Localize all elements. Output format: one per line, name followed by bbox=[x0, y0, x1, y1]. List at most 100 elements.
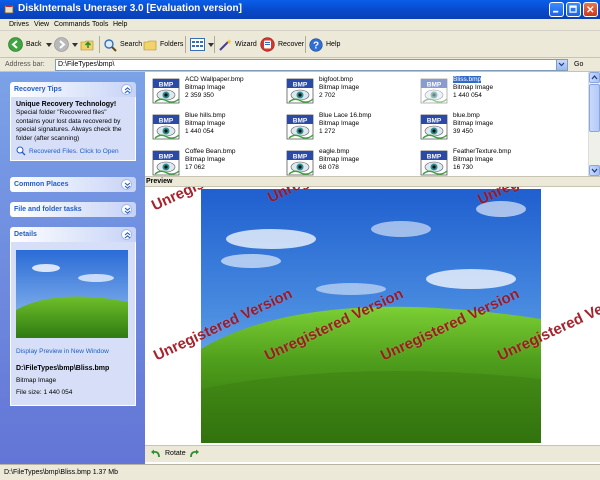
display-preview-link[interactable]: Display Preview in New Window bbox=[16, 348, 130, 355]
menu-drives[interactable]: Drives bbox=[9, 21, 29, 28]
chevron-down-icon bbox=[591, 168, 598, 173]
address-dropdown-button[interactable] bbox=[556, 60, 567, 70]
file-type: Bitmap Image bbox=[185, 120, 226, 127]
window-title: DiskInternals Uneraser 3.0 [Evaluation v… bbox=[18, 3, 242, 14]
bmp-file-icon: BMP bbox=[152, 78, 180, 104]
wizard-button[interactable]: Wizard bbox=[218, 36, 257, 53]
rotate-right-icon[interactable] bbox=[189, 449, 200, 459]
recovery-tips-title: Recovery Tips bbox=[14, 86, 62, 93]
file-item[interactable]: BMP ACD Wallpaper.bmp Bitmap Image 2 359 35… bbox=[147, 74, 287, 108]
file-tasks-header[interactable]: File and folder tasks bbox=[10, 202, 136, 217]
file-size: 2 359 350 bbox=[185, 92, 214, 99]
file-item[interactable]: BMP Bliss.bmp Bitmap Image 1 440 054 bbox=[415, 74, 555, 108]
back-button[interactable]: Back bbox=[8, 36, 52, 53]
recover-label: Recover bbox=[278, 41, 305, 48]
rotate-bar: Rotate bbox=[145, 445, 600, 462]
recover-icon bbox=[260, 37, 275, 52]
folders-button[interactable]: Folders bbox=[143, 36, 183, 53]
common-places-panel: Common Places bbox=[10, 177, 136, 192]
details-file-path: D:\FileTypes\bmp\Bliss.bmp bbox=[16, 365, 110, 372]
bmp-file-icon: BMP bbox=[286, 150, 314, 176]
file-item[interactable]: BMP blue.bmp Bitmap Image 39 450 bbox=[415, 110, 555, 144]
address-label: Address bar: bbox=[5, 61, 45, 68]
details-header[interactable]: Details bbox=[10, 227, 136, 242]
svg-text:BMP: BMP bbox=[159, 82, 174, 89]
chevron-down-icon bbox=[72, 42, 78, 47]
svg-text:BMP: BMP bbox=[293, 82, 308, 89]
file-name: Blue Lace 16.bmp bbox=[319, 112, 372, 119]
file-item[interactable]: BMP bigfoot.bmp Bitmap Image 2 702 bbox=[281, 74, 421, 108]
recovery-tips-panel: Recovery Tips Unique Recovery Technology… bbox=[10, 82, 136, 161]
expand-chevron-icon bbox=[124, 182, 131, 189]
file-name: Bliss.bmp bbox=[453, 76, 482, 83]
menu-help[interactable]: Help bbox=[113, 21, 127, 28]
collapse-button[interactable] bbox=[121, 229, 132, 240]
file-item[interactable]: BMP eagle.bmp Bitmap Image 68 078 bbox=[281, 146, 421, 180]
help-button[interactable]: ? Help bbox=[309, 36, 340, 53]
back-arrow-icon bbox=[8, 37, 23, 52]
menu-tools[interactable]: Tools bbox=[92, 21, 108, 28]
title-bar: DiskInternals Uneraser 3.0 [Evaluation v… bbox=[0, 0, 600, 19]
file-text: Bliss.bmp Bitmap Image 1 440 054 bbox=[453, 76, 493, 100]
file-type: Bitmap Image bbox=[453, 156, 494, 163]
up-folder-button[interactable] bbox=[80, 36, 95, 53]
file-item[interactable]: BMP Blue Lace 16.bmp Bitmap Image 1 272 bbox=[281, 110, 421, 144]
views-button[interactable] bbox=[190, 36, 214, 53]
address-input[interactable]: D:\FileTypes\bmp\ bbox=[55, 59, 568, 71]
bmp-file-icon: BMP bbox=[420, 150, 448, 176]
expand-button[interactable] bbox=[121, 179, 132, 190]
details-body: Display Preview in New Window D:\FileTyp… bbox=[10, 242, 136, 406]
recovery-tips-header[interactable]: Recovery Tips bbox=[10, 82, 136, 97]
recovered-files-link[interactable]: Recovered Files. Click to Open bbox=[16, 146, 130, 156]
file-name: FeatherTexture.bmp bbox=[453, 148, 512, 155]
help-icon: ? bbox=[309, 37, 323, 52]
file-item[interactable]: BMP FeatherTexture.bmp Bitmap Image 16 730 bbox=[415, 146, 555, 180]
svg-text:BMP: BMP bbox=[293, 154, 308, 161]
toolbar-separator bbox=[214, 36, 215, 53]
file-type: Bitmap Image bbox=[185, 156, 226, 163]
recover-button[interactable]: Recover bbox=[260, 36, 304, 53]
expand-chevron-icon bbox=[124, 207, 131, 214]
maximize-icon bbox=[569, 5, 577, 13]
file-list-scrollbar[interactable] bbox=[588, 72, 600, 176]
collapse-chevron-icon bbox=[124, 87, 131, 94]
magnifier-icon bbox=[16, 146, 26, 156]
close-button[interactable] bbox=[583, 2, 598, 17]
address-value: D:\FileTypes\bmp\ bbox=[58, 61, 115, 68]
minimize-button[interactable] bbox=[549, 2, 564, 17]
bmp-file-icon: BMP bbox=[420, 78, 448, 104]
file-text: bigfoot.bmp Bitmap Image 2 702 bbox=[319, 76, 359, 100]
chevron-up-icon bbox=[591, 75, 598, 80]
bmp-file-icon: BMP bbox=[286, 78, 314, 104]
rotate-left-icon[interactable] bbox=[150, 449, 161, 459]
file-type: Bitmap Image bbox=[453, 120, 494, 127]
common-places-header[interactable]: Common Places bbox=[10, 177, 136, 192]
collapse-button[interactable] bbox=[121, 84, 132, 95]
file-type: Bitmap Image bbox=[319, 156, 360, 163]
svg-text:?: ? bbox=[313, 40, 319, 51]
common-places-title: Common Places bbox=[14, 181, 69, 188]
forward-button[interactable] bbox=[54, 36, 78, 53]
toolbar-separator bbox=[185, 36, 186, 53]
wizard-label: Wizard bbox=[235, 41, 257, 48]
search-button[interactable]: Search bbox=[103, 36, 142, 53]
scroll-down-button[interactable] bbox=[589, 165, 600, 176]
folders-label: Folders bbox=[160, 41, 184, 48]
expand-button[interactable] bbox=[121, 204, 132, 215]
file-name: Coffee Bean.bmp bbox=[185, 148, 236, 155]
menu-view[interactable]: View bbox=[34, 21, 49, 28]
file-item[interactable]: BMP Blue hills.bmp Bitmap Image 1 440 054 bbox=[147, 110, 287, 144]
file-type: Bitmap Image bbox=[319, 84, 360, 91]
file-size: 68 078 bbox=[319, 164, 339, 171]
status-text: D:\FileTypes\bmp\Bliss.bmp 1.37 Mb bbox=[4, 469, 118, 476]
up-folder-icon bbox=[80, 40, 94, 51]
menu-bar: Drives View Commands Tools Help bbox=[0, 19, 600, 31]
scroll-up-button[interactable] bbox=[589, 72, 600, 83]
maximize-button[interactable] bbox=[566, 2, 581, 17]
menu-commands[interactable]: Commands bbox=[54, 21, 90, 28]
details-panel: Details Display Preview in New Window D:… bbox=[10, 227, 136, 406]
recovery-tips-text: Special folder "Recovered files" contain… bbox=[16, 109, 122, 142]
file-item[interactable]: BMP Coffee Bean.bmp Bitmap Image 17 062 bbox=[147, 146, 287, 180]
go-button[interactable]: Go bbox=[574, 61, 583, 68]
scroll-thumb[interactable] bbox=[589, 84, 600, 132]
